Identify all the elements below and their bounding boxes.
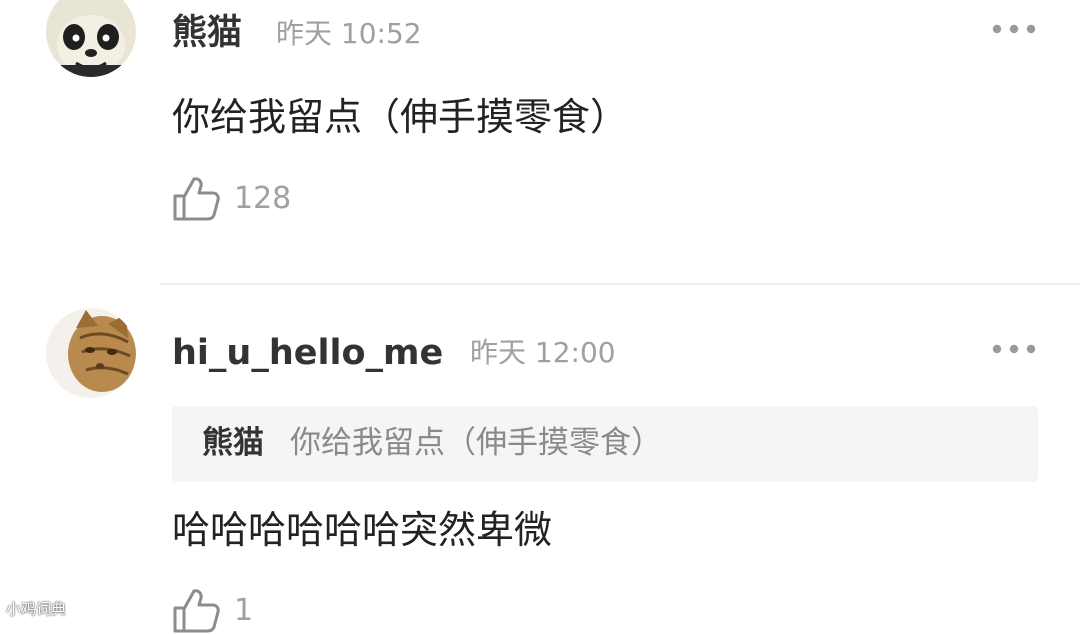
like-button[interactable]: 1 <box>172 588 253 634</box>
quoted-username: 熊猫 <box>202 425 264 461</box>
more-options-button[interactable] <box>984 331 1044 367</box>
comment-text: 哈哈哈哈哈哈突然卑微 <box>172 508 553 552</box>
username[interactable]: 熊猫 <box>172 16 242 51</box>
more-dots-icon <box>992 344 1036 354</box>
more-options-button[interactable] <box>984 11 1044 47</box>
user-avatar[interactable] <box>46 308 136 398</box>
comment-time: 昨天 12:00 <box>470 336 616 369</box>
username[interactable]: hi_u_hello_me <box>172 336 443 371</box>
cat-avatar-icon <box>46 308 136 398</box>
panda-avatar-icon <box>46 0 136 77</box>
watermark: 小鸡词典 <box>6 600 67 618</box>
like-count: 1 <box>234 593 254 628</box>
comment-item: 熊猫 昨天 10:52 你给我留点（伸手摸零食） 128 <box>0 0 1080 283</box>
thumbs-up-icon <box>173 589 220 633</box>
quoted-text: 你给我留点（伸手摸零食） <box>290 425 662 461</box>
like-count: 128 <box>234 181 292 216</box>
more-dots-icon <box>992 24 1036 34</box>
user-avatar[interactable] <box>46 0 136 77</box>
comment-text: 你给我留点（伸手摸零食） <box>172 95 629 139</box>
like-button[interactable]: 128 <box>172 176 291 222</box>
comment-time: 昨天 10:52 <box>276 17 422 50</box>
quoted-comment[interactable]: 熊猫 你给我留点（伸手摸零食） <box>172 406 1038 482</box>
thumbs-up-icon <box>173 177 220 221</box>
